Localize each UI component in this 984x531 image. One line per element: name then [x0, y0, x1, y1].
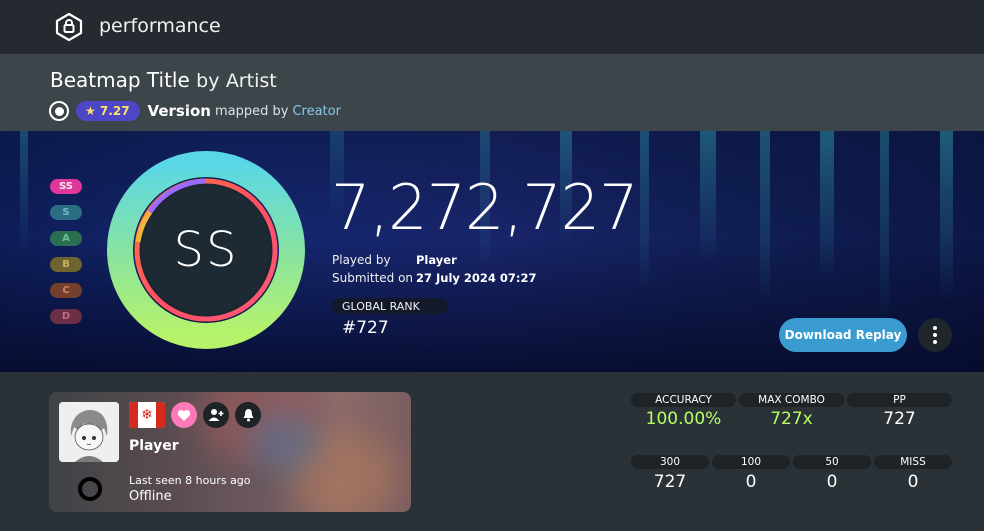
beatmap-info-bar: Beatmap Title by Artist ★ 7.27 Version m… — [0, 54, 984, 131]
background-streak — [820, 131, 834, 281]
grade-pill-c: C — [50, 283, 82, 298]
score-info: Played by Player Submitted on 27 July 20… — [332, 251, 537, 287]
accuracy-label: ACCURACY — [631, 393, 736, 407]
creator-link[interactable]: Creator — [292, 104, 341, 119]
avatar[interactable] — [59, 402, 119, 462]
top-bar: performance — [0, 0, 984, 54]
hit-100-value: 0 — [745, 472, 757, 492]
pp-label: PP — [847, 393, 952, 407]
beatmap-artist[interactable]: Artist — [226, 70, 277, 92]
accuracy-value: 100.00% — [645, 409, 722, 429]
grade-pill-a: A — [50, 231, 82, 246]
global-rank-value: #727 — [342, 318, 389, 338]
max-combo-value: 727x — [770, 409, 813, 429]
miss-label: MISS — [874, 455, 952, 469]
download-replay-button[interactable]: Download Replay — [779, 318, 907, 352]
played-by-label: Played by — [332, 253, 391, 267]
bell-icon[interactable] — [235, 402, 261, 428]
played-by-player[interactable]: Player — [416, 253, 457, 267]
background-streak — [700, 131, 716, 261]
miss-value: 0 — [907, 472, 919, 492]
hit-300-label: 300 — [631, 455, 709, 469]
grade-pill-d: D — [50, 309, 82, 324]
player-card[interactable]: ❄ Player Last seen 8 hours ago Offline — [49, 392, 411, 512]
hit-300-value: 727 — [653, 472, 687, 492]
canada-flag-icon[interactable]: ❄ — [129, 402, 165, 428]
score-banner: SS S A B C D SS 7,272,727 Played by Play… — [0, 131, 984, 372]
submitted-date: 27 July 2024 07:27 — [416, 271, 537, 285]
beatmap-title[interactable]: Beatmap Title — [50, 68, 190, 92]
beatmap-version: Version — [147, 102, 211, 120]
hit-100-label: 100 — [712, 455, 790, 469]
beatmap-version-row: ★ 7.27 Version mapped by Creator — [49, 100, 341, 122]
global-rank-label: GLOBAL RANK — [332, 298, 448, 314]
star-rating-badge: ★ 7.27 — [76, 101, 140, 121]
submitted-label: Submitted on — [332, 271, 414, 285]
mapped-by-text: mapped by — [214, 103, 289, 119]
grade-list: SS S A B C D — [50, 179, 82, 335]
background-streak — [760, 131, 770, 306]
background-streak — [640, 131, 649, 291]
add-friend-icon[interactable] — [203, 402, 229, 428]
player-name[interactable]: Player — [129, 438, 179, 454]
background-streak — [880, 131, 889, 321]
lower-section: ❄ Player Last seen 8 hours ago Offline A… — [0, 372, 984, 531]
hit-50-label: 50 — [793, 455, 871, 469]
grade-pill-s: S — [50, 205, 82, 220]
by-text: by — [196, 70, 220, 92]
heart-icon[interactable] — [171, 402, 197, 428]
hit-50-value: 0 — [826, 472, 838, 492]
pp-value: 727 — [883, 409, 916, 429]
score-grade: SS — [173, 222, 239, 278]
global-rank: GLOBAL RANK #727 — [332, 298, 448, 338]
more-vertical-icon[interactable] — [918, 318, 952, 352]
lock-hexagon-icon[interactable] — [54, 12, 84, 42]
osu-circle-icon — [49, 101, 69, 121]
status-indicator — [78, 477, 102, 501]
grade-pill-ss: SS — [50, 179, 82, 194]
beatmap-title-line: Beatmap Title by Artist — [50, 68, 277, 92]
background-streak — [20, 131, 28, 251]
accuracy-ring: SS — [106, 150, 306, 350]
online-status: Offline — [129, 489, 172, 504]
total-score: 7,272,727 — [331, 171, 639, 244]
background-streak — [940, 131, 953, 301]
grade-pill-b: B — [50, 257, 82, 272]
page-title: performance — [99, 15, 221, 37]
last-seen-text: Last seen 8 hours ago — [129, 474, 251, 487]
max-combo-label: MAX COMBO — [739, 393, 844, 407]
